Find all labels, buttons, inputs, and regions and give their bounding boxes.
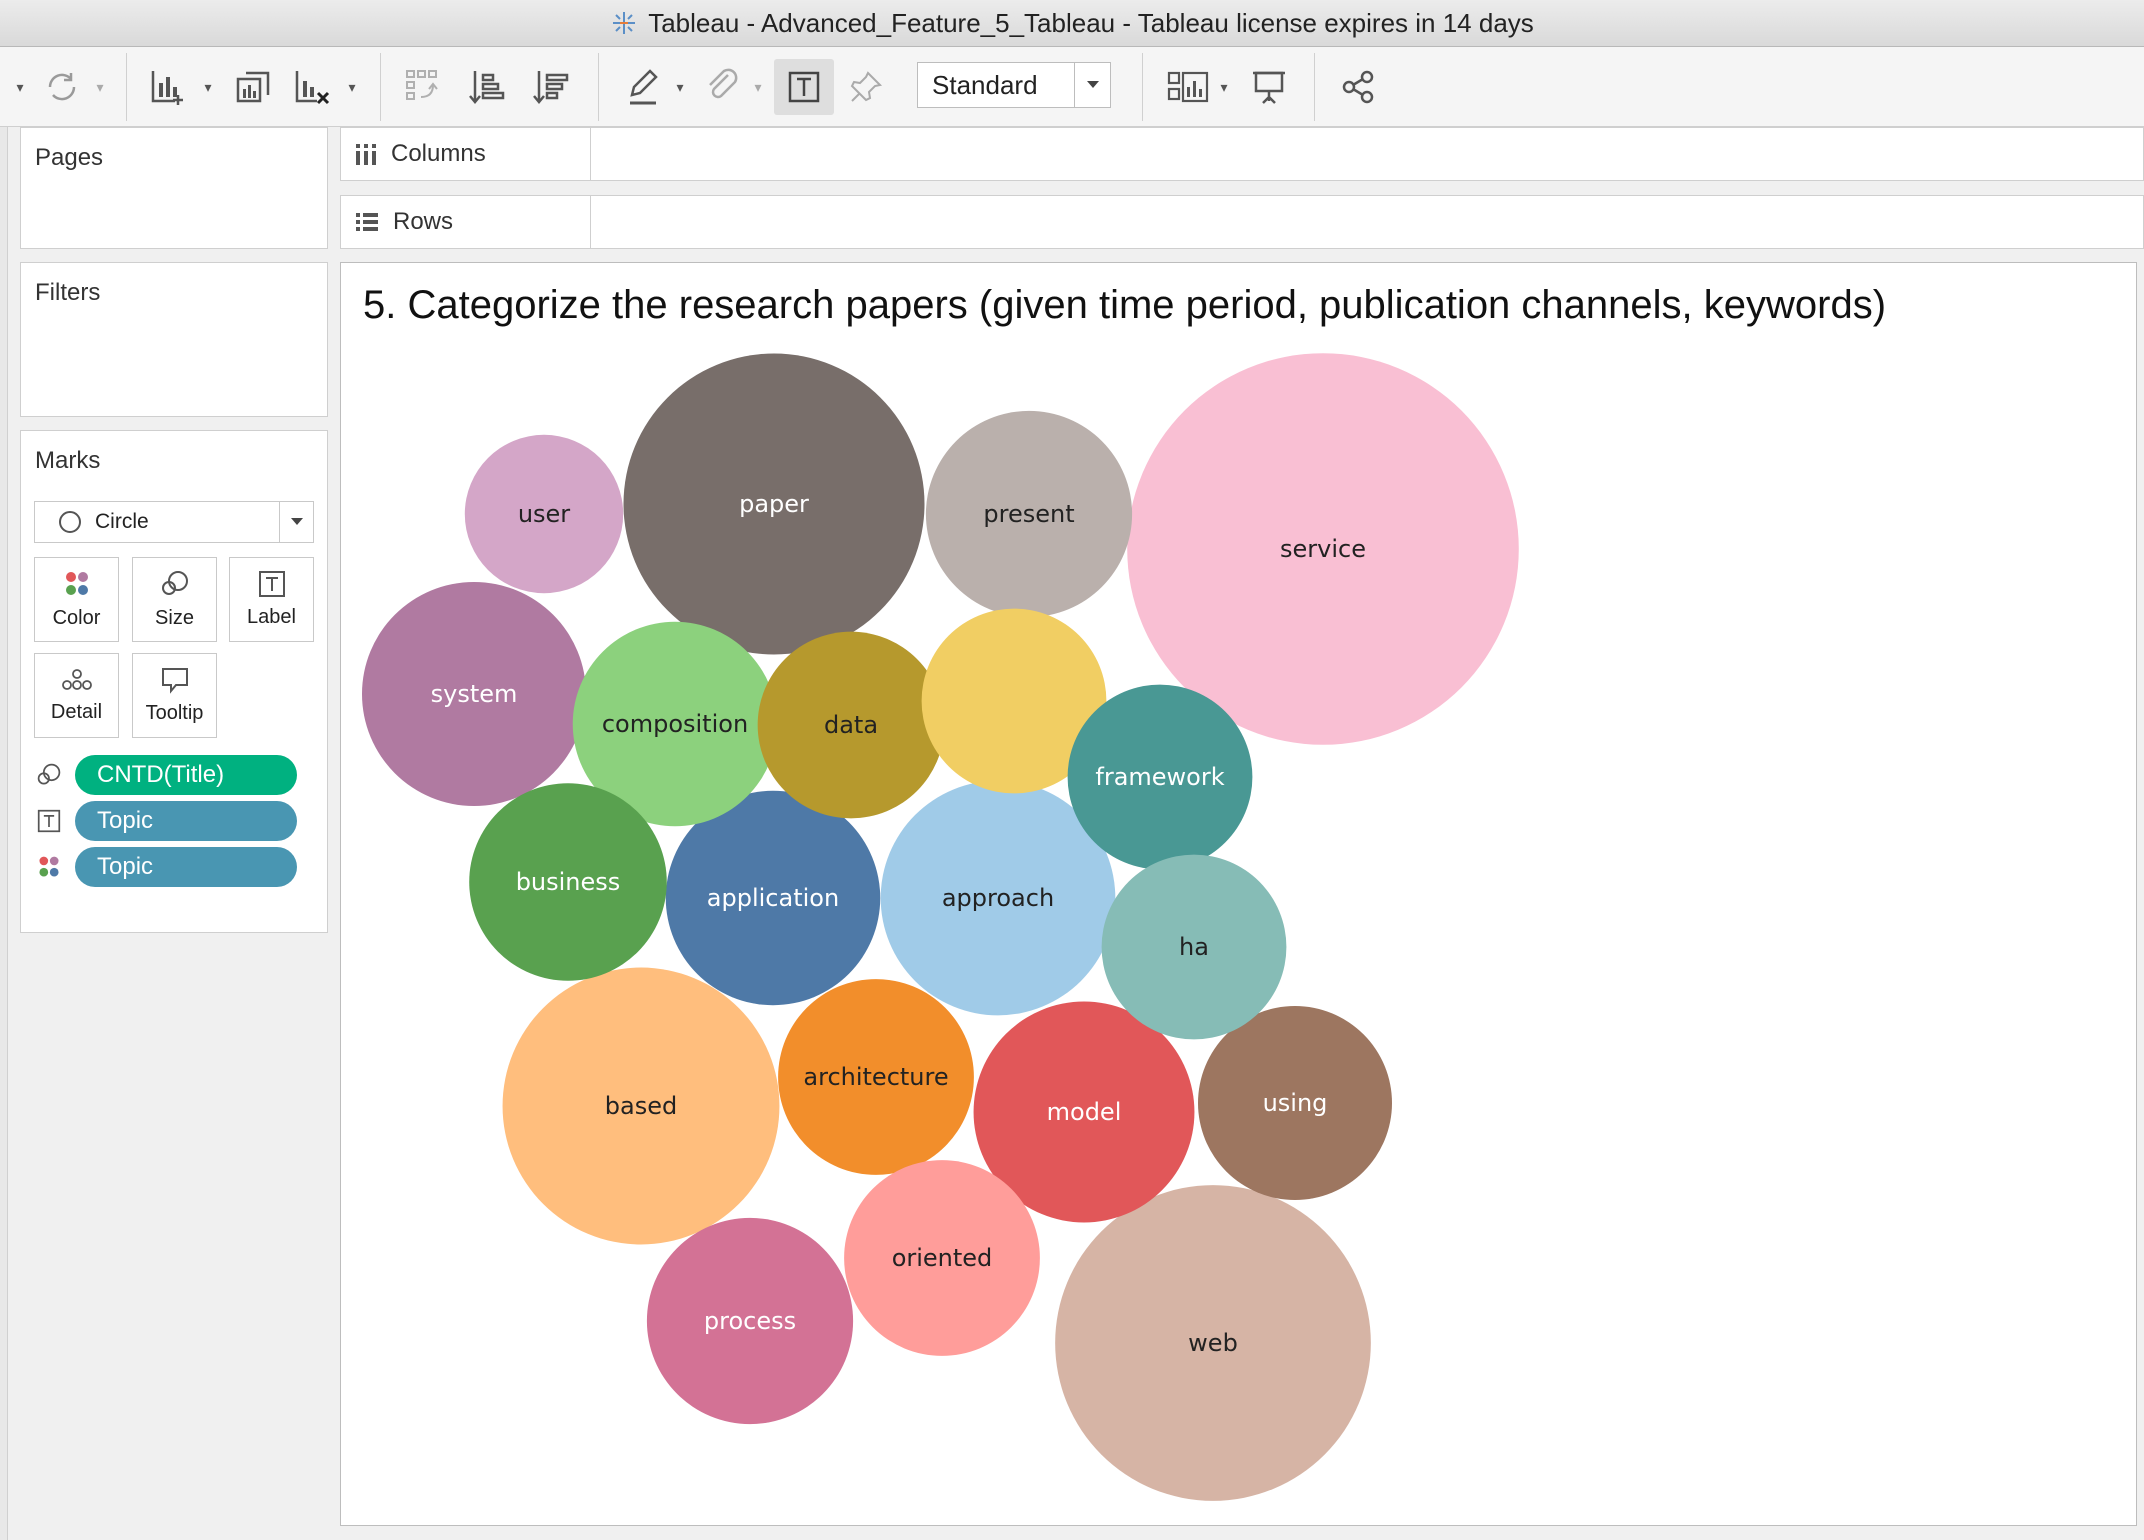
new-worksheet-dropdown-caret[interactable]: ▾ [198,59,218,115]
chevron-down-icon [279,502,313,542]
detail-icon [61,669,92,690]
show-me-dropdown-caret[interactable]: ▾ [1214,59,1234,115]
tableau-logo-icon [610,9,638,37]
chevron-down-icon [1074,63,1110,107]
color-button[interactable]: Color [34,557,119,642]
label-icon [258,571,285,597]
bubble-label: web [1188,1329,1238,1357]
columns-shelf[interactable]: Columns [340,127,2144,181]
size-encoding-row: CNTD(Title) [35,755,297,795]
marks-card-title: Marks [35,447,101,474]
left-edge-strip [0,127,8,1540]
toolbar: ▾ ▾ ▾ ▾ ▾ ▾ Standard ▾ [0,47,2144,127]
title-bar: Tableau - Advanced_Feature_5_Tableau - T… [0,0,2144,47]
color-icon [65,572,88,595]
bubble-label: based [605,1092,677,1120]
bubble-label: service [1280,535,1366,563]
fit-select-value: Standard [932,69,1038,100]
size-button[interactable]: Size [132,557,217,642]
size-pill[interactable]: CNTD(Title) [75,755,297,795]
bubble-label: paper [739,490,809,518]
show-me-icon[interactable] [1162,59,1212,115]
sort-descending-icon[interactable] [528,59,574,115]
highlight-icon[interactable] [622,59,666,115]
refresh-icon[interactable] [40,59,84,115]
tableau-window: Tableau - Advanced_Feature_5_Tableau - T… [0,0,2144,1540]
color-button-label: Color [52,607,101,629]
columns-shelf-title: Columns [391,140,486,167]
mark-type-value: Circle [95,510,149,533]
refresh-dropdown-caret[interactable]: ▾ [90,59,110,115]
bubble-label: framework [1095,763,1224,791]
label-icon [35,807,63,835]
fit-select[interactable]: Standard [917,62,1111,108]
toolbar-separator [1314,53,1315,121]
filters-shelf[interactable]: Filters [20,262,328,417]
columns-icon [355,142,377,166]
rows-icon [355,212,379,232]
new-worksheet-icon[interactable] [144,59,192,115]
color-encoding-row: Topic [35,847,297,887]
marks-card: Marks Circle Color Size Label Detail Too… [20,430,328,933]
toolbar-separator [380,53,381,121]
tooltip-button-label: Tooltip [145,702,204,724]
presentation-icon[interactable] [1246,59,1292,115]
detail-button-label: Detail [50,701,103,723]
group-dropdown-caret[interactable]: ▾ [748,59,768,115]
duplicate-sheet-icon[interactable] [230,59,278,115]
pin-icon[interactable] [844,59,888,115]
bubble-label: architecture [803,1063,948,1091]
filters-shelf-title: Filters [35,279,101,306]
highlight-dropdown-caret[interactable]: ▾ [670,59,690,115]
clear-sheet-icon[interactable] [288,59,336,115]
worksheet-view: 5. Categorize the research papers (given… [340,262,2137,1526]
size-icon [35,761,63,789]
circle-mark-icon [59,511,81,533]
toolbar-separator [598,53,599,121]
bubble-label: system [431,680,518,708]
bubble-label: approach [942,884,1054,912]
bubble-label: business [516,868,621,896]
mark-type-select[interactable]: Circle [34,501,314,543]
window-title: Tableau - Advanced_Feature_5_Tableau - T… [648,7,1534,38]
label-encoding-row: Topic [35,801,297,841]
clear-sheet-dropdown-caret[interactable]: ▾ [342,59,362,115]
swap-icon[interactable] [400,59,446,115]
undo-dropdown-caret[interactable]: ▾ [10,59,30,115]
columns-shelf-label: Columns [341,128,591,180]
detail-button[interactable]: Detail [34,653,119,738]
group-icon[interactable] [700,59,744,115]
tooltip-button[interactable]: Tooltip [132,653,217,738]
toolbar-separator [1142,53,1143,121]
bubble-label: user [518,500,570,528]
pages-shelf[interactable]: Pages [20,127,328,249]
bubble-label: ha [1179,933,1209,961]
bubble-label: process [704,1307,796,1335]
pages-shelf-title: Pages [35,144,104,171]
bubble-chart: service web paper based approach system model a… [361,353,1519,1501]
bubble-label: application [707,884,839,912]
tooltip-icon [161,668,188,694]
bubble-label: composition [602,710,748,738]
rows-shelf-label: Rows [341,196,591,248]
rows-shelf[interactable]: Rows [340,195,2144,249]
size-icon [161,571,188,595]
rows-shelf-title: Rows [393,208,454,235]
share-icon[interactable] [1336,59,1382,115]
label-button-label: Label [247,606,296,628]
label-button[interactable]: Label [229,557,314,642]
bubble-label: oriented [892,1244,993,1272]
toolbar-separator [126,53,127,121]
color-icon [35,853,63,881]
bubble-label: present [983,500,1074,528]
sort-ascending-icon[interactable] [464,59,510,115]
color-pill[interactable]: Topic [75,847,297,887]
label-pill[interactable]: Topic [75,801,297,841]
bubble-label: using [1263,1089,1328,1117]
size-button-label: Size [155,607,194,629]
bubble-label: model [1047,1098,1122,1126]
bubble-label: data [824,711,878,739]
show-labels-icon[interactable] [774,59,834,115]
